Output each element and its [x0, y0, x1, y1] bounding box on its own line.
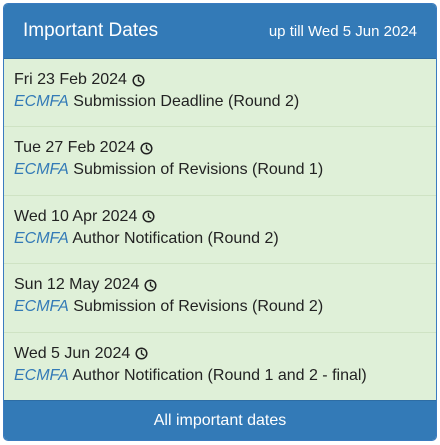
- item-description: Submission of Revisions (Round 1): [73, 161, 324, 179]
- clock-icon: [135, 347, 148, 360]
- list-item: Wed 5 Jun 2024 ECMFA Author Notification…: [4, 333, 436, 401]
- item-description: Submission Deadline (Round 2): [73, 93, 300, 110]
- item-description: Author Notification (Round 2): [72, 229, 279, 247]
- item-date: Sun 12 May 2024: [14, 276, 140, 294]
- important-dates-panel: Important Dates up till Wed 5 Jun 2024 F…: [3, 3, 437, 441]
- clock-icon: [140, 142, 153, 155]
- clock-icon: [132, 73, 145, 87]
- list-item: Sun 12 May 2024 ECMFA Submission of Revi…: [4, 264, 436, 333]
- clock-icon: [142, 210, 155, 223]
- footer-label: All important dates: [153, 411, 287, 429]
- list-item: Wed 10 Apr 2024 ECMFA Author Notificatio…: [4, 196, 436, 265]
- clock-icon: [144, 279, 157, 292]
- item-description-line: ECMFA Submission Deadline (Round 2): [14, 91, 426, 113]
- conference-link[interactable]: ECMFA: [14, 161, 69, 178]
- date-line: Sun 12 May 2024: [14, 274, 426, 296]
- all-important-dates-button[interactable]: All important dates: [4, 400, 436, 440]
- conference-link[interactable]: ECMFA: [14, 298, 69, 315]
- list-item: Fri 23 Feb 2024 ECMFA Submission Deadlin…: [4, 59, 436, 128]
- date-line: Fri 23 Feb 2024: [14, 69, 426, 91]
- item-date: Tue 27 Feb 2024: [14, 139, 136, 157]
- conference-link[interactable]: ECMFA: [14, 367, 69, 384]
- item-date: Wed 5 Jun 2024: [14, 344, 131, 362]
- panel-title: Important Dates: [23, 20, 159, 41]
- conference-link[interactable]: ECMFA: [14, 230, 69, 247]
- important-dates-list: Fri 23 Feb 2024 ECMFA Submission Deadlin…: [4, 59, 436, 401]
- date-line: Wed 5 Jun 2024: [14, 343, 426, 365]
- item-description: Submission of Revisions (Round 2): [73, 298, 324, 316]
- item-description-line: ECMFA Author Notification (Round 1 and 2…: [14, 365, 426, 387]
- date-line: Tue 27 Feb 2024: [14, 137, 426, 159]
- item-description-line: ECMFA Submission of Revisions (Round 1): [14, 159, 426, 181]
- date-range: up till Wed 5 Jun 2024: [268, 22, 417, 40]
- conference-link[interactable]: ECMFA: [14, 93, 69, 110]
- item-description: Author Notification (Round 1 and 2 - fin…: [72, 366, 367, 384]
- list-item: Tue 27 Feb 2024 ECMFA Submission of Revi…: [4, 127, 436, 196]
- item-date: Fri 23 Feb 2024: [14, 71, 127, 88]
- item-description-line: ECMFA Submission of Revisions (Round 2): [14, 296, 426, 318]
- item-description-line: ECMFA Author Notification (Round 2): [14, 228, 426, 250]
- item-date: Wed 10 Apr 2024: [14, 207, 138, 225]
- date-line: Wed 10 Apr 2024: [14, 206, 426, 228]
- panel-header: Important Dates up till Wed 5 Jun 2024: [4, 4, 436, 59]
